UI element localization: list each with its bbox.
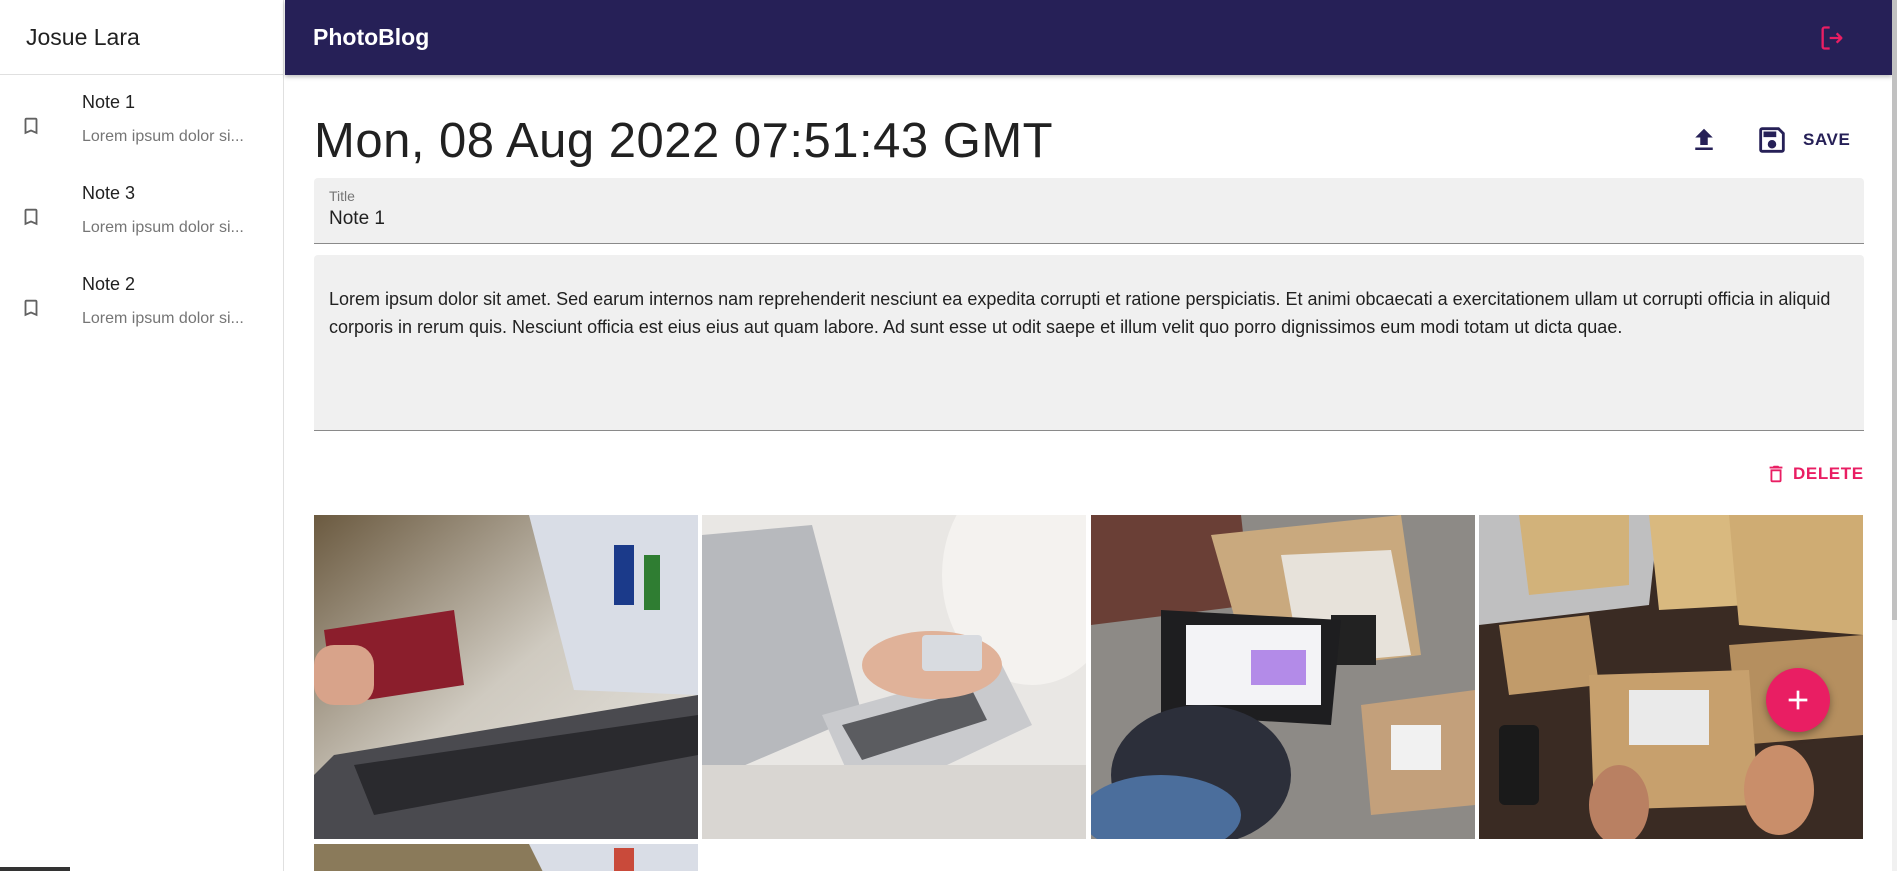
photo-laptop-boxes-shoes bbox=[1091, 515, 1475, 839]
upload-button[interactable] bbox=[1689, 125, 1719, 155]
scrollbar-thumb[interactable] bbox=[1892, 0, 1897, 620]
note-snippet: Lorem ipsum dolor si... bbox=[82, 219, 244, 236]
note-snippet: Lorem ipsum dolor si... bbox=[82, 128, 244, 145]
photo-thumbnail[interactable] bbox=[1091, 515, 1475, 839]
delete-button[interactable]: DELETE bbox=[1765, 462, 1864, 486]
note-snippet: Lorem ipsum dolor si... bbox=[82, 310, 244, 327]
note-title: Note 3 bbox=[82, 183, 136, 203]
photo-thumbnail[interactable] bbox=[314, 844, 698, 871]
logout-icon[interactable] bbox=[1818, 24, 1846, 52]
save-label: SAVE bbox=[1803, 130, 1851, 149]
bookmark-icon bbox=[24, 117, 38, 135]
bookmark-icon bbox=[24, 299, 38, 317]
photo-laptop-card-payment bbox=[702, 515, 1086, 839]
photo-thumbnail[interactable] bbox=[702, 515, 1086, 839]
note-list-item[interactable]: Note 3 Lorem ipsum dolor si... bbox=[0, 182, 283, 273]
body-text: Lorem ipsum dolor sit amet. Sed earum in… bbox=[329, 289, 1831, 337]
note-title: Note 1 bbox=[82, 92, 136, 112]
body-textarea[interactable]: Lorem ipsum dolor sit amet. Sed earum in… bbox=[314, 255, 1864, 431]
note-list-item[interactable]: Note 2 Lorem ipsum dolor si... bbox=[0, 273, 283, 364]
title-input[interactable]: Title Note 1 bbox=[314, 178, 1864, 244]
sidebar: Josue Lara Note 1 Lorem ipsum dolor si..… bbox=[0, 0, 284, 871]
title-field-label: Title bbox=[329, 188, 355, 204]
window-edge bbox=[0, 867, 70, 871]
save-icon bbox=[1759, 127, 1785, 153]
add-photo-fab[interactable] bbox=[1766, 668, 1830, 732]
delete-label: DELETE bbox=[1793, 464, 1864, 483]
add-icon bbox=[1788, 690, 1808, 710]
note-list: Note 1 Lorem ipsum dolor si... Note 3 Lo… bbox=[0, 75, 283, 364]
note-editor: Mon, 08 Aug 2022 07:51:43 GMT SAVE Title… bbox=[285, 75, 1892, 871]
note-date-heading: Mon, 08 Aug 2022 07:51:43 GMT bbox=[314, 114, 1054, 168]
upload-icon bbox=[1695, 128, 1713, 150]
sidebar-header: Josue Lara bbox=[0, 0, 283, 75]
trash-icon bbox=[1769, 465, 1783, 483]
user-name: Josue Lara bbox=[26, 23, 140, 50]
save-button[interactable]: SAVE bbox=[1755, 123, 1850, 157]
title-field-value: Note 1 bbox=[329, 208, 385, 229]
app-title: PhotoBlog bbox=[313, 24, 430, 50]
photo-thumbnail[interactable] bbox=[314, 515, 698, 839]
photo-credit-card-laptop-2 bbox=[314, 844, 698, 871]
scrollbar[interactable] bbox=[1892, 0, 1897, 871]
bookmark-icon bbox=[24, 208, 38, 226]
app-bar: PhotoBlog bbox=[285, 0, 1892, 75]
note-title: Note 2 bbox=[82, 274, 136, 294]
note-list-item[interactable]: Note 1 Lorem ipsum dolor si... bbox=[0, 91, 283, 182]
photo-credit-card-laptop bbox=[314, 515, 698, 839]
